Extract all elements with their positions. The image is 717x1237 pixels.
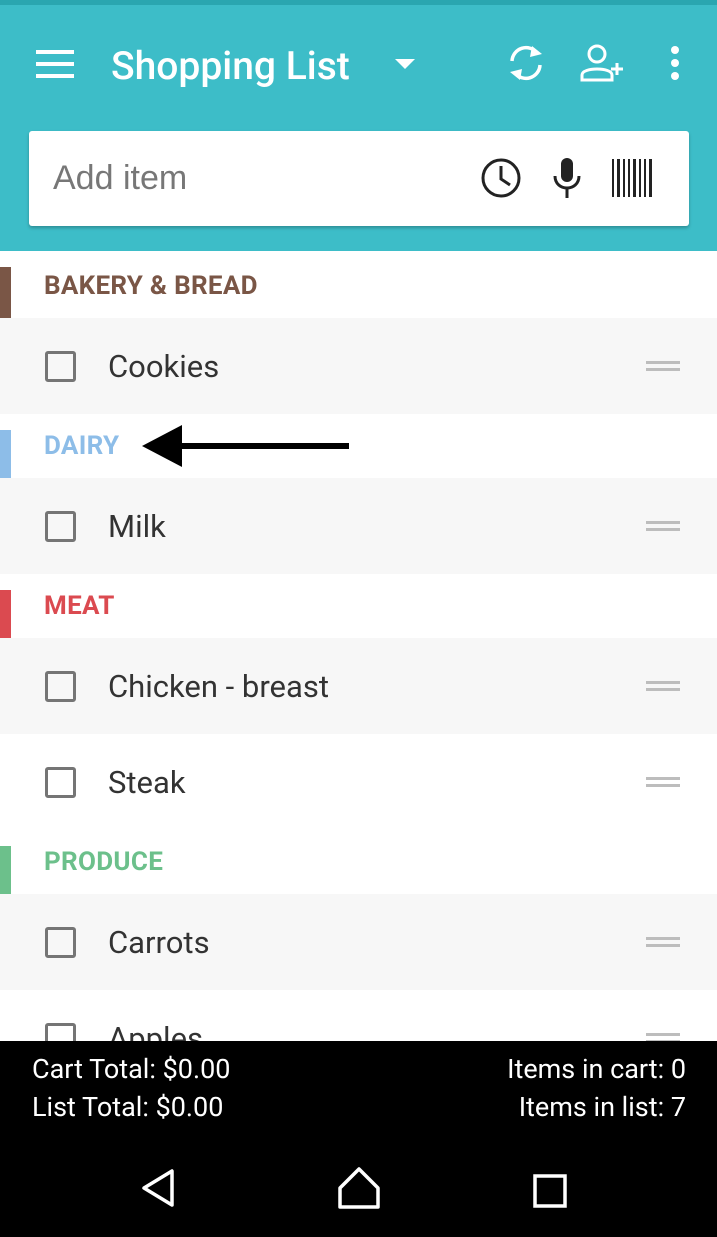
category-section-dairy: DAIRY Milk: [0, 414, 717, 574]
list-item[interactable]: Apples: [0, 990, 717, 1041]
list-dropdown-button[interactable]: [388, 49, 422, 79]
barcode-scan-button[interactable]: [607, 153, 657, 203]
recents-square-icon: [533, 1174, 567, 1208]
barcode-icon: [612, 159, 652, 197]
microphone-icon: [553, 158, 581, 198]
item-label: Steak: [108, 763, 186, 801]
voice-input-button[interactable]: [545, 153, 589, 203]
list-item[interactable]: Carrots: [0, 894, 717, 990]
more-options-button[interactable]: [657, 38, 693, 88]
more-vert-icon: [671, 46, 679, 80]
nav-back-button[interactable]: [140, 1168, 180, 1214]
nav-home-button[interactable]: [337, 1166, 383, 1214]
item-checkbox[interactable]: [45, 510, 76, 542]
clock-icon: [481, 158, 521, 198]
drag-handle-icon[interactable]: [646, 521, 680, 531]
share-list-button[interactable]: [576, 38, 626, 88]
shopping-list: BAKERY & BREAD Cookies DAIRY Milk MEAT C…: [0, 251, 717, 1041]
item-checkbox[interactable]: [45, 350, 76, 382]
list-total: List Total: $0.00: [32, 1091, 224, 1123]
drag-handle-icon[interactable]: [646, 681, 680, 691]
drag-handle-icon[interactable]: [646, 361, 680, 371]
item-checkbox[interactable]: [45, 1022, 76, 1041]
drag-handle-icon[interactable]: [646, 1033, 680, 1041]
item-checkbox[interactable]: [45, 926, 76, 958]
menu-button[interactable]: [30, 41, 80, 87]
category-header[interactable]: BAKERY & BREAD: [0, 251, 717, 318]
list-item[interactable]: Cookies: [0, 318, 717, 414]
hamburger-menu-icon: [36, 50, 74, 78]
caret-down-icon: [395, 58, 415, 69]
nav-recents-button[interactable]: [533, 1174, 569, 1210]
add-item-bar: [29, 131, 689, 226]
category-section-produce: PRODUCE Carrots Apples: [0, 830, 717, 1041]
item-label: Chicken - breast: [108, 667, 329, 705]
drag-handle-icon[interactable]: [646, 937, 680, 947]
home-icon: [338, 1167, 380, 1209]
back-triangle-icon: [142, 1169, 174, 1207]
add-item-input[interactable]: [53, 153, 453, 203]
category-header[interactable]: DAIRY: [0, 414, 717, 478]
cart-total: Cart Total: $0.00: [32, 1053, 231, 1085]
category-section-meat: MEAT Chicken - breast Steak: [0, 574, 717, 830]
sync-icon: [510, 45, 542, 81]
totals-footer: Cart Total: $0.00 List Total: $0.00 Item…: [0, 1041, 717, 1237]
sync-button[interactable]: [501, 38, 551, 88]
items-in-cart: Items in cart: 0: [507, 1053, 686, 1085]
category-header[interactable]: MEAT: [0, 574, 717, 638]
item-label: Milk: [108, 507, 166, 545]
items-in-list: Items in list: 7: [518, 1091, 686, 1123]
item-label: Carrots: [108, 923, 210, 961]
category-header[interactable]: PRODUCE: [0, 830, 717, 894]
list-item[interactable]: Steak: [0, 734, 717, 830]
history-button[interactable]: [478, 155, 524, 201]
item-label: Cookies: [108, 347, 220, 385]
item-label: Apples: [108, 1019, 204, 1042]
list-item[interactable]: Chicken - breast: [0, 638, 717, 734]
annotation-arrow-icon: [142, 425, 349, 467]
list-item[interactable]: Milk: [0, 478, 717, 574]
item-checkbox[interactable]: [45, 670, 76, 702]
app-bar: Shopping List: [0, 5, 717, 251]
item-checkbox[interactable]: [45, 766, 76, 798]
category-section-bakery: BAKERY & BREAD Cookies: [0, 251, 717, 414]
drag-handle-icon[interactable]: [646, 777, 680, 787]
page-title[interactable]: Shopping List: [111, 43, 350, 89]
add-person-icon: [580, 44, 623, 82]
